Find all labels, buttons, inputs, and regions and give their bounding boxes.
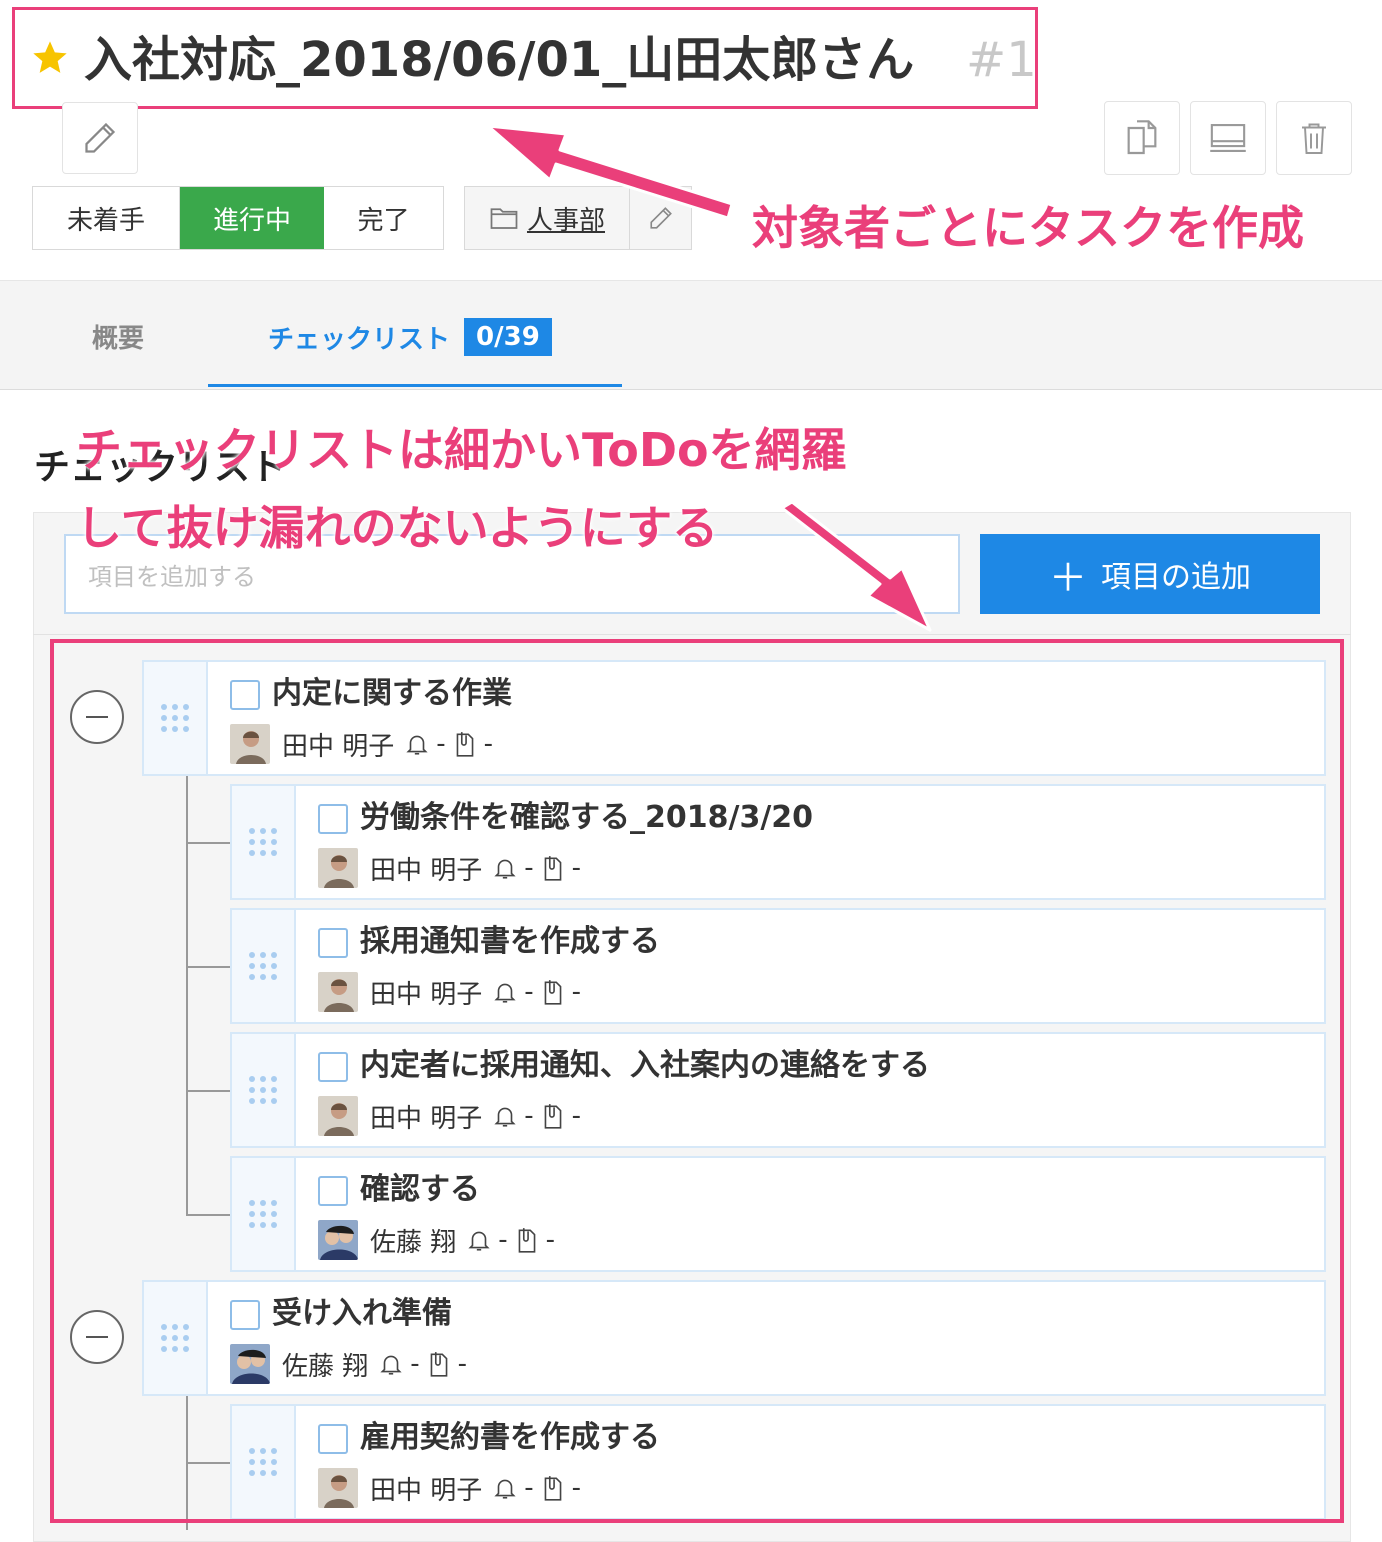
annotation-list-note-1: チェックリストは細かいToDoを網羅 (76, 423, 847, 477)
annotation-list-note-2: して抜け漏れのないようにする (76, 501, 719, 555)
annotation-title-note: 対象者ごとにタスクを作成 (752, 201, 1304, 255)
